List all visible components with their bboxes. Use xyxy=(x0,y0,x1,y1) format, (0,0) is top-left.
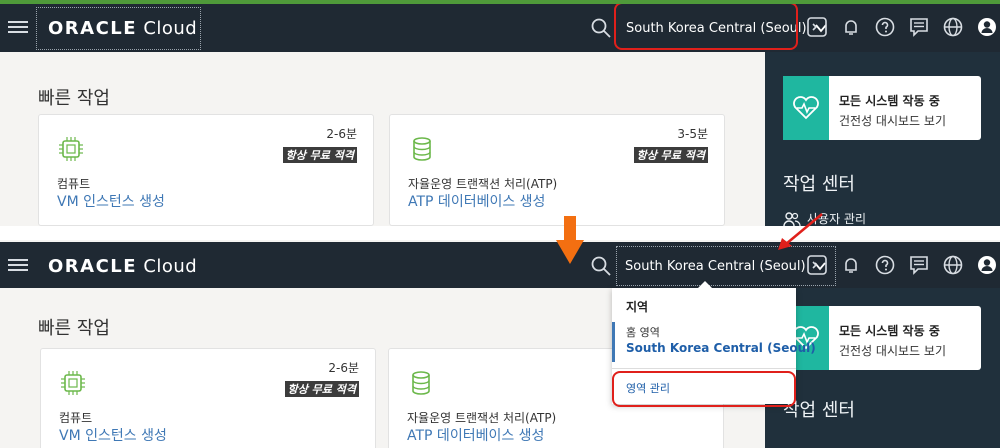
globe-icon[interactable] xyxy=(942,254,964,276)
user-icon[interactable] xyxy=(976,254,998,276)
cloud-shell-icon[interactable] xyxy=(806,254,828,276)
quick-action-card-vm[interactable]: 2-6분 항상 무료 적격 컴퓨트 VM 인스턴스 생성 xyxy=(40,348,376,448)
menu-divider xyxy=(612,368,796,369)
health-dashboard-link[interactable]: 건전성 대시보드 보기 xyxy=(839,342,946,359)
quick-actions-title: 빠른 작업 xyxy=(38,318,110,339)
create-vm-link[interactable]: VM 인스턴스 생성 xyxy=(59,425,167,445)
compute-chip-icon xyxy=(59,137,83,161)
status-title: 모든 시스템 작동 중 xyxy=(839,324,940,338)
help-icon[interactable] xyxy=(874,254,896,276)
manage-regions-highlight xyxy=(612,371,796,407)
create-atp-link[interactable]: ATP 데이터베이스 생성 xyxy=(408,191,545,211)
always-free-badge: 항상 무료 적격 xyxy=(282,147,357,163)
main-content: 빠른 작업 2-6분 항상 무료 적격 컴퓨트 VM 인스턴스 생성 3-5분 … xyxy=(0,52,765,226)
top-navigation-bar: ORACLE Cloud South Korea Central (Seoul) xyxy=(0,4,1000,52)
logo-brand-text: ORACLE xyxy=(48,18,138,39)
quick-action-card-vm[interactable]: 2-6분 항상 무료 적격 컴퓨트 VM 인스턴스 생성 xyxy=(38,114,374,226)
logo-product-text: Cloud xyxy=(143,18,198,39)
card-category: 자율운영 트랜잭션 처리(ATP) xyxy=(408,177,558,191)
database-icon xyxy=(413,137,431,161)
topbar-icon-group xyxy=(806,16,998,38)
cloud-shell-icon[interactable] xyxy=(806,16,828,38)
status-title: 모든 시스템 작동 중 xyxy=(839,94,940,108)
hamburger-icon[interactable] xyxy=(8,18,28,38)
screenshot-after: ORACLE Cloud South Korea Central (Seoul)… xyxy=(0,240,1000,448)
screenshot-before: ORACLE Cloud South Korea Central (Seoul)… xyxy=(0,0,1000,226)
region-menu-heading: 지역 xyxy=(626,300,649,314)
quick-action-card-atp[interactable]: 3-5분 항상 무료 적격 자율운영 트랜잭션 처리(ATP) ATP 데이터베… xyxy=(389,114,725,226)
home-region-value: South Korea Central (Seoul) xyxy=(626,341,816,355)
topbar-icon-group xyxy=(806,254,998,276)
always-free-badge: 항상 무료 적격 xyxy=(284,381,359,397)
logo-product-text: Cloud xyxy=(143,256,198,277)
chat-icon[interactable] xyxy=(908,254,930,276)
work-center-title: 작업 센터 xyxy=(783,174,855,195)
top-navigation-bar: ORACLE Cloud South Korea Central (Seoul) xyxy=(0,242,1000,290)
card-category: 자율운영 트랜잭션 처리(ATP) xyxy=(407,411,557,425)
region-selector-button[interactable]: South Korea Central (Seoul) xyxy=(616,246,836,286)
card-duration: 3-5분 xyxy=(677,127,708,141)
arrow-down-icon xyxy=(556,216,584,264)
globe-icon[interactable] xyxy=(942,16,964,38)
user-icon[interactable] xyxy=(976,16,998,38)
bell-icon[interactable] xyxy=(840,254,862,276)
region-selector-label: South Korea Central (Seoul) xyxy=(625,258,806,274)
logo-brand-text: ORACLE xyxy=(48,256,138,277)
oracle-cloud-logo[interactable]: ORACLE Cloud xyxy=(48,18,197,39)
quick-actions-title: 빠른 작업 xyxy=(38,88,110,109)
right-panel: 모든 시스템 작동 중 건전성 대시보드 보기 작업 센터 xyxy=(765,288,1000,448)
card-duration: 2-6분 xyxy=(328,361,359,375)
region-selector-highlight xyxy=(614,4,798,50)
home-region-label: 홈 영역 xyxy=(626,326,660,339)
search-icon[interactable] xyxy=(590,17,612,39)
bell-icon[interactable] xyxy=(840,16,862,38)
dropdown-caret xyxy=(698,281,712,288)
card-category: 컴퓨트 xyxy=(59,411,93,425)
hamburger-icon[interactable] xyxy=(8,256,28,276)
create-vm-link[interactable]: VM 인스턴스 생성 xyxy=(57,191,165,211)
right-panel: 모든 시스템 작동 중 건전성 대시보드 보기 작업 센터 사용자 관리 xyxy=(765,52,1000,226)
search-icon[interactable] xyxy=(590,255,612,277)
system-status-card[interactable]: 모든 시스템 작동 중 건전성 대시보드 보기 xyxy=(783,76,981,140)
always-free-badge: 항상 무료 적격 xyxy=(633,147,708,163)
system-status-card[interactable]: 모든 시스템 작동 중 건전성 대시보드 보기 xyxy=(783,306,981,370)
database-icon xyxy=(412,371,430,395)
health-dashboard-link[interactable]: 건전성 대시보드 보기 xyxy=(839,112,946,129)
chat-icon[interactable] xyxy=(908,16,930,38)
help-icon[interactable] xyxy=(874,16,896,38)
arrow-diagonal-icon xyxy=(778,213,823,250)
oracle-cloud-logo[interactable]: ORACLE Cloud xyxy=(48,256,197,277)
home-region-item[interactable]: 홈 영역 South Korea Central (Seoul) xyxy=(612,322,816,362)
card-duration: 2-6분 xyxy=(326,127,357,141)
card-category: 컴퓨트 xyxy=(57,177,91,191)
compute-chip-icon xyxy=(61,371,85,395)
create-atp-link[interactable]: ATP 데이터베이스 생성 xyxy=(407,425,544,445)
heartbeat-icon xyxy=(783,76,829,140)
